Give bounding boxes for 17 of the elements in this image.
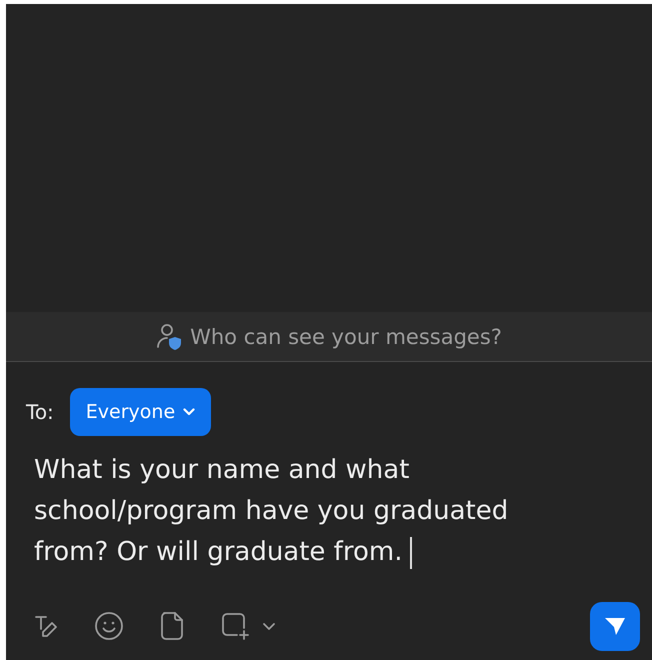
privacy-banner[interactable]: Who can see your messages? <box>6 312 652 362</box>
smiley-icon <box>94 611 124 641</box>
screenshot-button[interactable] <box>220 611 250 641</box>
send-button[interactable] <box>590 602 640 650</box>
chevron-down-icon <box>262 622 276 630</box>
banner-text: Who can see your messages? <box>190 324 502 348</box>
file-button[interactable] <box>158 611 186 641</box>
to-label: To: <box>26 400 54 424</box>
message-field[interactable]: What is your name and what school/program have you graduated from? Or will graduate from. <box>6 436 604 573</box>
text-cursor <box>410 536 412 569</box>
square-plus-icon <box>220 611 250 641</box>
recipient-dropdown[interactable]: Everyone <box>70 388 212 436</box>
chevron-down-icon <box>183 408 196 416</box>
more-options-button[interactable] <box>262 622 276 630</box>
send-icon <box>603 615 627 637</box>
file-icon <box>158 611 186 641</box>
emoji-button[interactable] <box>94 611 124 641</box>
